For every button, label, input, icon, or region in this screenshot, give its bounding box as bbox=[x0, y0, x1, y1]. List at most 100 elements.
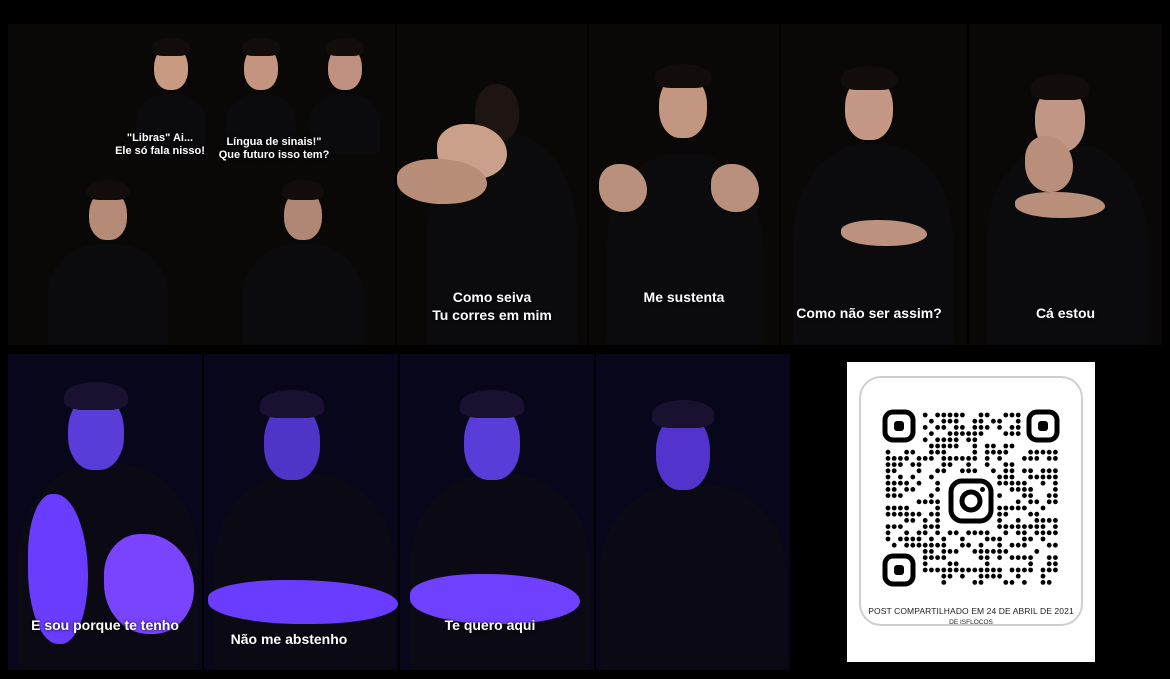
qr-module bbox=[922, 567, 928, 573]
qr-module bbox=[1003, 511, 1009, 517]
qr-module bbox=[891, 487, 897, 492]
qr-module bbox=[941, 412, 947, 418]
qr-module bbox=[1009, 462, 1015, 467]
qr-module bbox=[885, 493, 891, 498]
qr-module bbox=[1053, 499, 1058, 505]
qr-module bbox=[1040, 524, 1046, 529]
qr-module bbox=[1053, 474, 1058, 480]
qr-module bbox=[966, 542, 971, 548]
qr-module bbox=[904, 542, 909, 548]
qr-module bbox=[972, 431, 978, 436]
qr-module bbox=[972, 456, 978, 461]
photo-panel-uv: E sou porque te tenho bbox=[8, 354, 202, 670]
qr-module bbox=[1046, 456, 1052, 461]
qr-module bbox=[1009, 505, 1015, 511]
qr-module bbox=[1040, 449, 1046, 455]
qr-module bbox=[1015, 418, 1021, 424]
qr-module bbox=[972, 443, 978, 449]
qr-module bbox=[929, 567, 934, 573]
person-figure bbox=[300, 32, 390, 154]
qr-module bbox=[960, 425, 965, 430]
qr-module bbox=[910, 449, 916, 455]
qr-module bbox=[1028, 468, 1033, 474]
qr-module bbox=[935, 518, 940, 523]
qr-module bbox=[1053, 468, 1058, 474]
qr-module bbox=[885, 536, 891, 542]
photo-panel: Como não ser assim? bbox=[781, 24, 967, 345]
qr-module bbox=[972, 567, 978, 573]
qr-module bbox=[991, 549, 996, 554]
qr-module bbox=[910, 542, 916, 548]
qr-module bbox=[904, 536, 909, 542]
qr-module bbox=[929, 555, 934, 560]
qr-module bbox=[1015, 412, 1021, 418]
qr-module bbox=[997, 549, 1002, 554]
qr-module bbox=[929, 474, 934, 480]
qr-module bbox=[960, 412, 965, 418]
hand bbox=[711, 164, 759, 212]
qr-module bbox=[929, 456, 934, 461]
qr-module bbox=[910, 462, 916, 467]
panel-caption: "Libras" Ai... Ele só fala nisso! bbox=[115, 132, 205, 157]
qr-module bbox=[885, 505, 891, 511]
qr-module bbox=[1034, 530, 1040, 536]
qr-module bbox=[1040, 468, 1046, 474]
qr-module bbox=[910, 511, 916, 517]
qr-module bbox=[941, 443, 947, 449]
qr-module bbox=[997, 524, 1002, 529]
qr-module bbox=[978, 431, 984, 436]
qr-module bbox=[947, 573, 953, 579]
qr-module bbox=[1028, 456, 1033, 461]
qr-module bbox=[916, 499, 922, 505]
qr-module bbox=[1046, 518, 1052, 523]
qr-module bbox=[1046, 580, 1052, 585]
qr-module bbox=[947, 530, 953, 536]
qr-module bbox=[984, 449, 990, 455]
qr-module bbox=[916, 511, 922, 517]
qr-module bbox=[1040, 505, 1046, 511]
panel-caption: Te quero aqui bbox=[444, 617, 536, 633]
qr-module bbox=[984, 443, 990, 449]
qr-module bbox=[1022, 505, 1027, 511]
qr-module bbox=[1003, 524, 1009, 529]
person-figure bbox=[238, 174, 368, 345]
qr-module bbox=[935, 443, 940, 449]
qr-module bbox=[972, 468, 978, 474]
qr-module bbox=[941, 418, 947, 424]
qr-module bbox=[1034, 524, 1040, 529]
qr-module bbox=[1015, 431, 1021, 436]
qr-module bbox=[929, 431, 934, 436]
qr-module bbox=[953, 412, 959, 418]
qr-module bbox=[885, 474, 891, 480]
qr-module bbox=[997, 418, 1002, 424]
qr-module bbox=[1015, 499, 1021, 505]
qr-module bbox=[991, 449, 996, 455]
qr-module bbox=[929, 549, 934, 554]
qr-module bbox=[898, 524, 903, 529]
qr-module bbox=[1053, 567, 1058, 573]
qr-module bbox=[991, 443, 996, 449]
qr-module bbox=[1009, 567, 1015, 573]
qr-module bbox=[953, 437, 959, 443]
qr-module bbox=[1003, 549, 1009, 554]
qr-module bbox=[1022, 487, 1027, 492]
qr-module bbox=[910, 518, 916, 523]
qr-module bbox=[1028, 555, 1033, 560]
qr-module bbox=[947, 567, 953, 573]
qr-module bbox=[972, 530, 978, 536]
qr-module bbox=[1040, 518, 1046, 523]
qr-module bbox=[997, 449, 1002, 455]
photo-panel: Me sustenta bbox=[589, 24, 779, 345]
qr-footer-text: POST COMPARTILHADO EM 24 DE ABRIL DE 202… bbox=[868, 606, 1074, 616]
qr-module bbox=[1015, 573, 1021, 579]
qr-module bbox=[935, 487, 940, 492]
qr-module bbox=[916, 530, 922, 536]
qr-module bbox=[966, 437, 971, 443]
qr-module bbox=[904, 487, 909, 492]
qr-module bbox=[1015, 567, 1021, 573]
qr-module bbox=[953, 567, 959, 573]
qr-module bbox=[984, 536, 990, 542]
qr-module bbox=[997, 555, 1002, 560]
qr-module bbox=[941, 425, 947, 430]
qr-module bbox=[891, 468, 897, 474]
